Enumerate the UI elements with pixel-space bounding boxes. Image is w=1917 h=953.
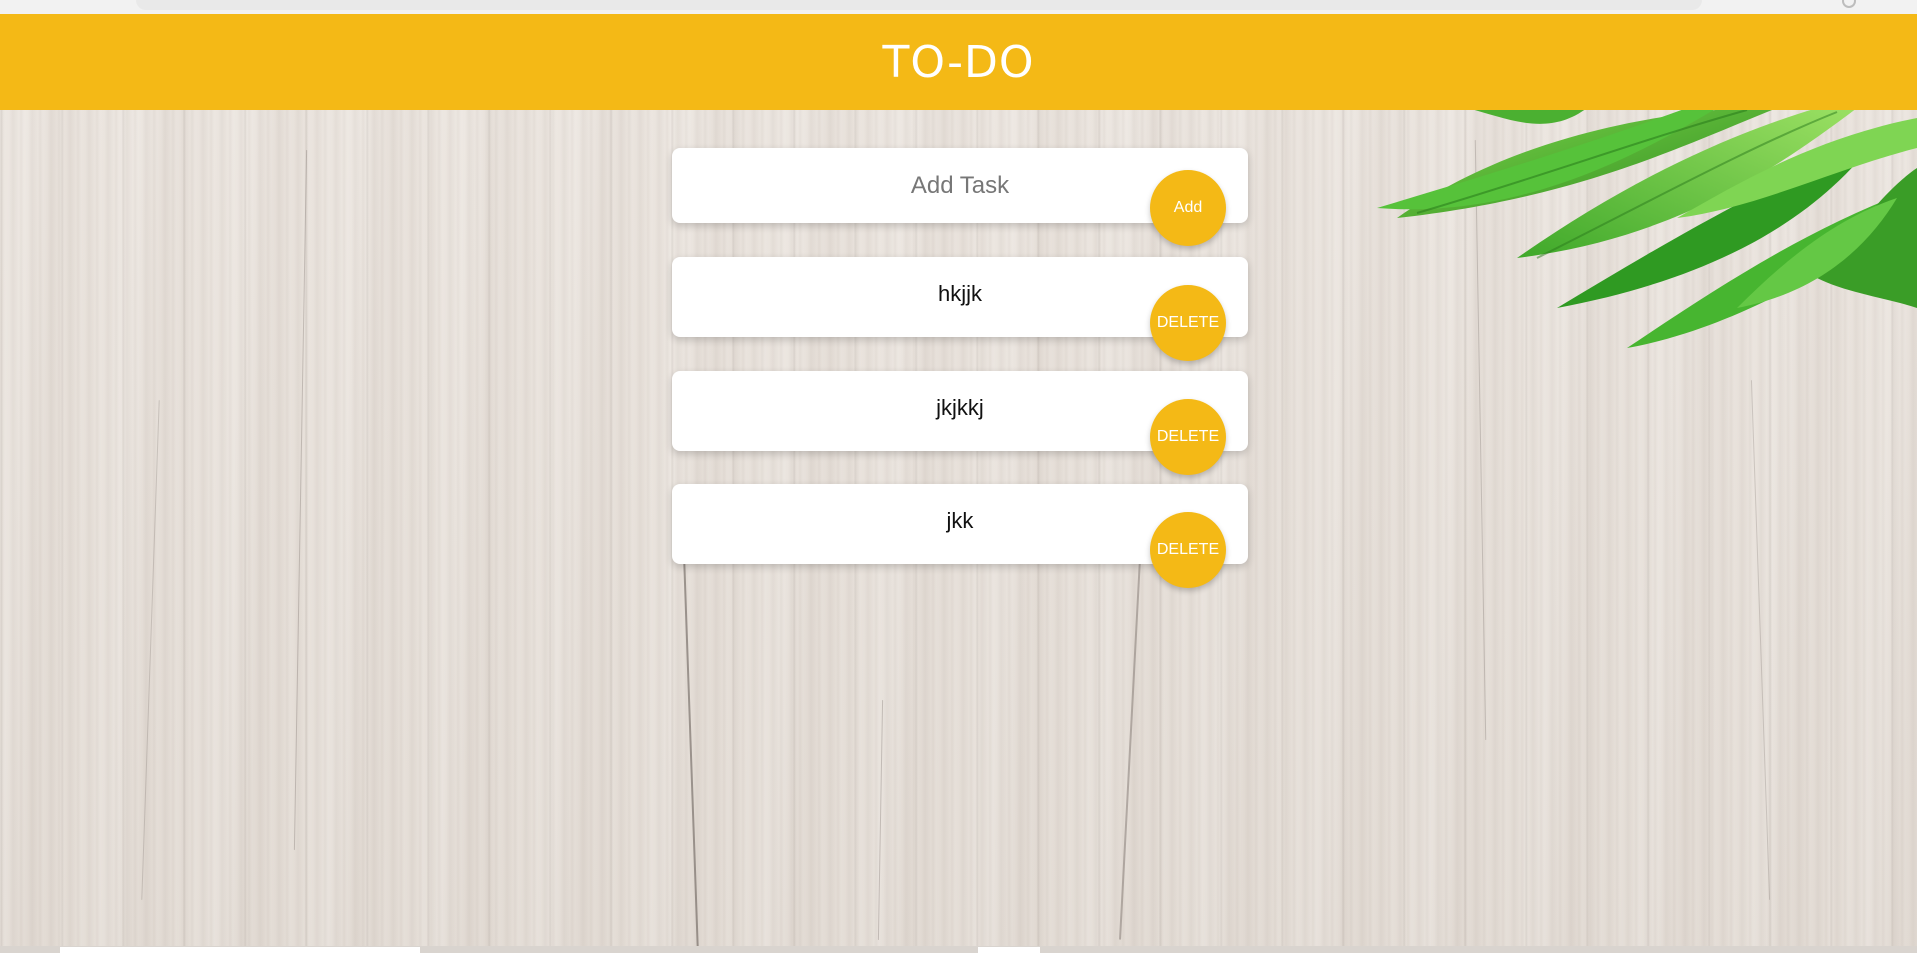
bottom-bar-segment <box>978 947 1040 953</box>
browser-chrome <box>0 0 1917 14</box>
app-header: TO-DO <box>0 14 1917 110</box>
browser-address-bar[interactable] <box>136 0 1702 10</box>
browser-profile-icon[interactable] <box>1842 0 1856 8</box>
page: TO-DO Add hkjjk DELETE <box>0 0 1917 953</box>
delete-task-button[interactable]: DELETE <box>1150 399 1226 475</box>
delete-task-button[interactable]: DELETE <box>1150 512 1226 588</box>
leaves-decoration-icon <box>1377 108 1917 348</box>
page-title: TO-DO <box>882 36 1035 88</box>
delete-task-button[interactable]: DELETE <box>1150 285 1226 361</box>
bottom-bar-segment <box>60 947 420 953</box>
add-task-button[interactable]: Add <box>1150 170 1226 246</box>
